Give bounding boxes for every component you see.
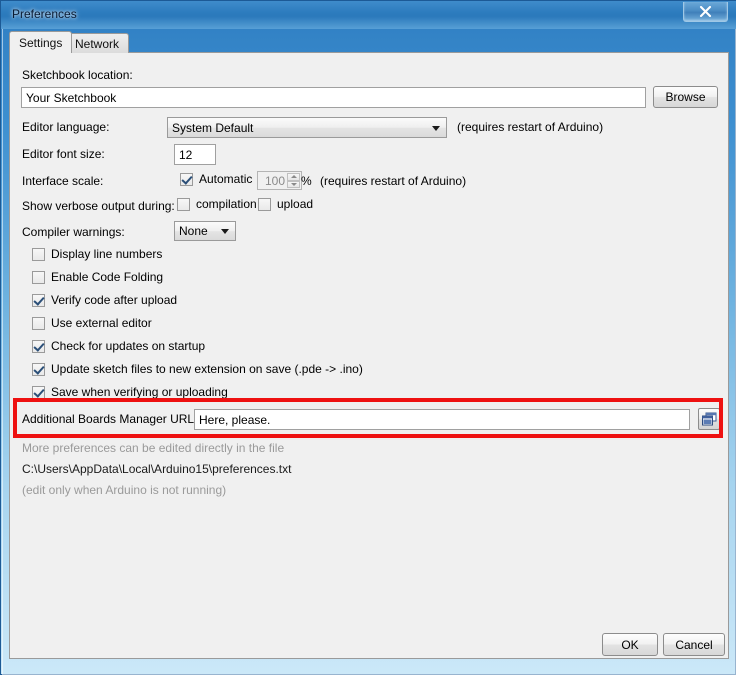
close-button[interactable] bbox=[683, 2, 728, 22]
checkbox-label: Check for updates on startup bbox=[51, 339, 206, 353]
sketchbook-location-input[interactable]: Your Sketchbook bbox=[21, 87, 646, 108]
checkbox-label: Update sketch files to new extension on … bbox=[51, 362, 363, 376]
boards-manager-urls-expand-button[interactable] bbox=[698, 408, 720, 430]
checkbox-box bbox=[180, 172, 193, 186]
editor-font-size-label: Editor font size: bbox=[22, 147, 105, 161]
verbose-upload-checkbox[interactable]: upload bbox=[258, 197, 313, 211]
verbose-upload-label: upload bbox=[277, 197, 314, 211]
interface-scale-label: Interface scale: bbox=[22, 174, 104, 188]
window-title: Preferences bbox=[12, 7, 77, 21]
checkbox-use-external-editor[interactable]: Use external editor bbox=[32, 316, 152, 330]
checkbox-label: Display line numbers bbox=[51, 247, 163, 261]
spinner-down-icon[interactable] bbox=[287, 180, 300, 188]
interface-scale-restart-note: (requires restart of Arduino) bbox=[320, 174, 467, 188]
title-bar: Preferences bbox=[1, 1, 736, 29]
checkbox-label: Enable Code Folding bbox=[51, 270, 164, 284]
checkbox-label: Use external editor bbox=[51, 316, 152, 330]
chevron-down-icon bbox=[432, 125, 440, 131]
checkbox-box bbox=[32, 293, 45, 307]
checkbox-box bbox=[32, 339, 45, 353]
interface-scale-automatic-label: Automatic bbox=[199, 172, 253, 186]
sketchbook-location-label: Sketchbook location: bbox=[22, 68, 133, 82]
compiler-warnings-select[interactable]: None bbox=[174, 221, 236, 241]
tab-strip: Settings Network bbox=[9, 31, 729, 53]
cancel-button[interactable]: Cancel bbox=[663, 633, 725, 656]
checkbox-box bbox=[32, 362, 45, 376]
checkbox-box bbox=[32, 270, 45, 284]
checkbox-enable-code-folding[interactable]: Enable Code Folding bbox=[32, 270, 163, 284]
checkbox-display-line-numbers[interactable]: Display line numbers bbox=[32, 247, 162, 261]
interface-scale-value: 100 bbox=[264, 173, 285, 188]
close-icon bbox=[699, 6, 712, 17]
boards-manager-urls-input[interactable]: Here, please. bbox=[194, 409, 690, 430]
checkbox-box bbox=[32, 316, 45, 330]
checkbox-check-for-updates-on-startup[interactable]: Check for updates on startup bbox=[32, 339, 205, 353]
checkbox-label: Verify code after upload bbox=[51, 293, 178, 307]
checkbox-label: Save when verifying or uploading bbox=[51, 385, 228, 399]
editor-language-label: Editor language: bbox=[22, 120, 110, 134]
window-expand-icon bbox=[701, 412, 716, 426]
ok-button[interactable]: OK bbox=[602, 633, 658, 656]
interface-scale-percent-label: % bbox=[301, 174, 312, 188]
checkbox-verify-code-after-upload[interactable]: Verify code after upload bbox=[32, 293, 177, 307]
compiler-warnings-label: Compiler warnings: bbox=[22, 225, 125, 239]
verbose-output-label: Show verbose output during: bbox=[22, 199, 175, 213]
boards-manager-urls-label: Additional Boards Manager URLs: bbox=[22, 412, 204, 426]
checkbox-box bbox=[32, 247, 45, 261]
settings-panel: Sketchbook location: Your Sketchbook Bro… bbox=[9, 52, 729, 659]
verbose-compilation-label: compilation bbox=[196, 197, 257, 211]
preferences-file-path: C:\Users\AppData\Local\Arduino15\prefere… bbox=[22, 462, 292, 476]
editor-language-restart-note: (requires restart of Arduino) bbox=[457, 120, 604, 134]
spinner-arrows[interactable] bbox=[287, 173, 300, 188]
checkbox-update-sketch-files-extension[interactable]: Update sketch files to new extension on … bbox=[32, 362, 363, 376]
checkbox-box bbox=[177, 197, 190, 211]
checkbox-save-when-verifying-or-uploading[interactable]: Save when verifying or uploading bbox=[32, 385, 228, 399]
tab-network[interactable]: Network bbox=[65, 33, 130, 53]
editor-language-value: System Default bbox=[172, 120, 254, 135]
chevron-down-icon bbox=[221, 229, 229, 234]
verbose-compilation-checkbox[interactable]: compilation bbox=[177, 197, 257, 211]
preferences-note-line1: More preferences can be edited directly … bbox=[22, 441, 285, 455]
browse-button[interactable]: Browse bbox=[653, 86, 718, 108]
compiler-warnings-value: None bbox=[179, 224, 208, 238]
spinner-up-icon[interactable] bbox=[287, 173, 300, 181]
checkbox-box bbox=[258, 197, 271, 211]
interface-scale-spinner[interactable]: 100 bbox=[257, 171, 302, 190]
editor-font-size-input[interactable]: 12 bbox=[174, 144, 216, 165]
editor-language-select[interactable]: System Default bbox=[167, 117, 447, 138]
tab-settings[interactable]: Settings bbox=[9, 31, 73, 53]
interface-scale-automatic-checkbox[interactable]: Automatic bbox=[180, 172, 252, 186]
preferences-note-line3: (edit only when Arduino is not running) bbox=[22, 483, 227, 497]
preferences-window: Preferences Settings Network Sketchbook … bbox=[0, 0, 736, 675]
checkbox-box bbox=[32, 385, 45, 399]
